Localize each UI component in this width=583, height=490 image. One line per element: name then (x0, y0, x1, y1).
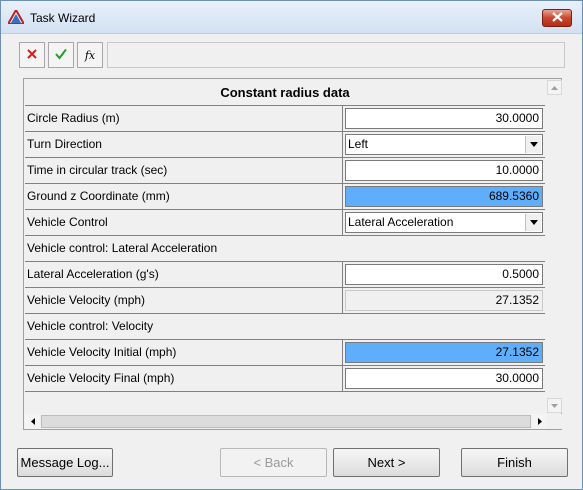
section-row: Vehicle control: Velocity (25, 314, 545, 340)
section-row: Vehicle control: Lateral Acceleration (25, 236, 545, 262)
ground-z-coordinate-input[interactable]: 689.5360 (345, 186, 543, 207)
accept-button[interactable] (48, 42, 74, 68)
row-label: Vehicle Velocity Final (mph) (25, 366, 343, 391)
scroll-right-icon[interactable] (532, 414, 547, 429)
expression-field[interactable] (107, 42, 565, 68)
back-button[interactable]: < Back (220, 448, 327, 477)
vertical-scrollbar[interactable] (547, 80, 562, 413)
title-bar: Task Wizard (1, 1, 582, 34)
table-row: Turn Direction Left (25, 132, 545, 158)
chevron-down-icon[interactable] (525, 136, 541, 153)
next-button[interactable]: Next > (333, 448, 440, 477)
table-row: Vehicle Velocity Final (mph) 30.0000 (25, 366, 545, 392)
table-row: Circle Radius (m) 30.0000 (25, 106, 545, 132)
function-icon: fx (84, 48, 96, 62)
table-row: Vehicle Velocity Initial (mph) 27.1352 (25, 340, 545, 366)
velocity-initial-input[interactable]: 27.1352 (345, 342, 543, 363)
function-button[interactable]: fx (77, 42, 103, 68)
select-value: Lateral Acceleration (348, 215, 454, 229)
section-label: Vehicle control: Lateral Acceleration (25, 236, 545, 261)
row-label: Lateral Acceleration (g's) (25, 262, 343, 287)
app-logo-icon (6, 7, 26, 25)
circle-radius-input[interactable]: 30.0000 (345, 108, 543, 129)
table-header: Constant radius data (25, 80, 545, 106)
close-icon (551, 11, 563, 25)
accept-icon (55, 48, 67, 63)
message-log-button[interactable]: Message Log... (17, 448, 113, 477)
scroll-corner (547, 414, 562, 429)
velocity-final-input[interactable]: 30.0000 (345, 368, 543, 389)
table-row: Vehicle Control Lateral Acceleration (25, 210, 545, 236)
row-label: Ground z Coordinate (mm) (25, 184, 343, 209)
constant-radius-table: Constant radius data Circle Radius (m) 3… (25, 80, 545, 392)
cancel-icon (26, 48, 38, 63)
row-label: Vehicle Control (25, 210, 343, 235)
close-button[interactable] (542, 9, 572, 27)
cancel-button[interactable] (19, 42, 45, 68)
horizontal-scroll-thumb[interactable] (41, 415, 531, 428)
time-circular-track-input[interactable]: 10.0000 (345, 160, 543, 181)
finish-button[interactable]: Finish (461, 448, 568, 477)
table-row: Lateral Acceleration (g's) 0.5000 (25, 262, 545, 288)
lateral-acceleration-input[interactable]: 0.5000 (345, 264, 543, 285)
vehicle-control-select[interactable]: Lateral Acceleration (345, 212, 543, 233)
task-wizard-window: Task Wizard fx Constant radius data Circ… (0, 0, 583, 490)
row-label: Circle Radius (m) (25, 106, 343, 131)
window-title: Task Wizard (30, 11, 96, 25)
toolbar: fx (19, 42, 565, 70)
section-label: Vehicle control: Velocity (25, 314, 545, 339)
row-label: Turn Direction (25, 132, 343, 157)
table-row: Time in circular track (sec) 10.0000 (25, 158, 545, 184)
scroll-up-icon[interactable] (547, 80, 562, 95)
row-label: Time in circular track (sec) (25, 158, 343, 183)
horizontal-scrollbar[interactable] (25, 414, 547, 429)
vehicle-velocity-value: 27.1352 (345, 290, 543, 311)
row-label: Vehicle Velocity (mph) (25, 288, 343, 313)
scroll-down-icon[interactable] (547, 398, 562, 413)
data-grid: Constant radius data Circle Radius (m) 3… (23, 78, 562, 430)
chevron-down-icon[interactable] (525, 214, 541, 231)
table-row: Vehicle Velocity (mph) 27.1352 (25, 288, 545, 314)
select-value: Left (348, 137, 369, 151)
row-label: Vehicle Velocity Initial (mph) (25, 340, 343, 365)
table-row: Ground z Coordinate (mm) 689.5360 (25, 184, 545, 210)
turn-direction-select[interactable]: Left (345, 134, 543, 155)
scroll-left-icon[interactable] (25, 414, 40, 429)
